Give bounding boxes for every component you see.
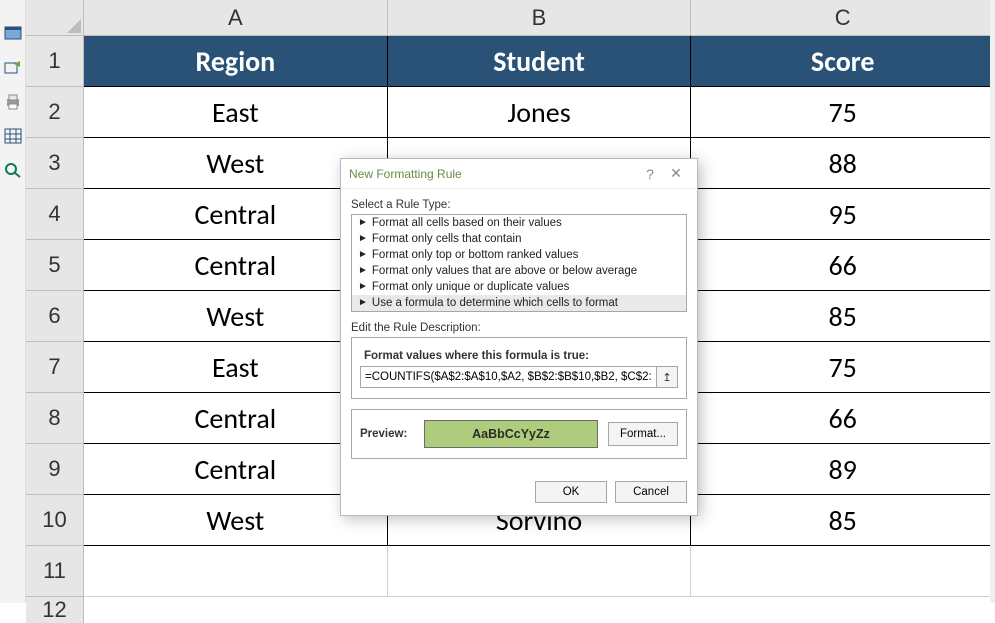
select-all-corner[interactable] [26,0,84,36]
rule-type-item[interactable]: ► Format only unique or duplicate values [352,279,686,295]
print-icon[interactable] [4,94,22,110]
cell[interactable]: 66 [691,393,995,444]
vertical-scrollbar[interactable] [990,0,995,603]
formula-label: Format values where this formula is true… [358,344,680,366]
help-button[interactable]: ? [637,166,663,182]
cell[interactable]: Jones [388,87,692,138]
formula-input[interactable] [360,366,656,388]
cell[interactable]: 85 [691,291,995,342]
select-rule-type-label: Select a Rule Type: [351,199,687,211]
preview-label: Preview: [360,428,414,440]
bullet-icon: ► [358,282,368,292]
bullet-icon: ► [358,298,368,308]
ok-button[interactable]: OK [535,481,607,503]
cell[interactable]: 88 [691,138,995,189]
row-header[interactable]: 7 [26,342,84,393]
table-header-row: Region Student Score [84,36,995,87]
edit-rule-description-label: Edit the Rule Description: [351,322,687,334]
sheet-icon[interactable] [4,26,22,42]
row-header[interactable]: 3 [26,138,84,189]
rule-type-label: Format only values that are above or bel… [372,265,637,277]
cell[interactable] [84,546,388,597]
rule-type-item[interactable]: ► Format only top or bottom ranked values [352,247,686,263]
rule-type-label: Use a formula to determine which cells t… [372,297,618,309]
close-button[interactable]: ✕ [663,165,689,182]
col-header-c[interactable]: C [691,0,995,35]
dialog-title: New Formatting Rule [349,167,462,181]
col-header-a[interactable]: A [84,0,388,35]
bullet-icon: ► [358,250,368,260]
format-button[interactable]: Format... [608,422,678,446]
dialog-buttons: OK Cancel [341,471,697,515]
cell[interactable]: 66 [691,240,995,291]
bullet-icon: ► [358,234,368,244]
row-header[interactable]: 6 [26,291,84,342]
rule-type-list[interactable]: ►Format all cells based on their values … [351,214,687,312]
row-header[interactable]: 12 [26,597,84,623]
rule-type-item[interactable]: ► Format all cells based on their values [352,215,686,231]
cell[interactable]: 89 [691,444,995,495]
share-icon[interactable] [4,60,22,76]
cell[interactable]: 75 [691,87,995,138]
cancel-button[interactable]: Cancel [615,481,687,503]
row-header[interactable]: 9 [26,444,84,495]
row-header[interactable]: 2 [26,87,84,138]
preview-swatch: AaBbCcYyZz [424,420,598,448]
row-header[interactable]: 10 [26,495,84,546]
cell[interactable]: 75 [691,342,995,393]
table-row [84,546,995,597]
row-headers: 1 2 3 4 5 6 7 8 9 10 11 12 [26,36,84,623]
left-toolbar [0,0,26,603]
row-header[interactable]: 8 [26,393,84,444]
dialog-body: Select a Rule Type: ► Format all cells ba… [341,189,697,471]
row-header[interactable]: 11 [26,546,84,597]
row-header[interactable]: 4 [26,189,84,240]
row-header[interactable]: 1 [26,36,84,87]
rule-type-item[interactable]: ► Format only values that are above or be… [352,263,686,279]
column-headers: A B C [84,0,995,36]
rule-type-label: Format only top or bottom ranked values [372,249,578,261]
cell[interactable]: East [84,87,388,138]
collapse-icon: ↥ [662,371,671,384]
grid-icon[interactable] [4,128,22,144]
rule-type-label: Format only cells that contain [372,233,522,245]
row-header[interactable]: 5 [26,240,84,291]
cell[interactable]: Region [84,36,388,87]
preview-section: Preview: AaBbCcYyZz Format... [351,409,687,459]
col-header-b[interactable]: B [388,0,692,35]
cell[interactable] [691,546,995,597]
cell[interactable]: 95 [691,189,995,240]
new-formatting-rule-dialog: New Formatting Rule ? ✕ Select a Rule Ty… [340,158,698,516]
cell[interactable]: Student [388,36,692,87]
cell[interactable]: Score [691,36,995,87]
rule-type-item[interactable]: ► Format only cells that contain [352,231,686,247]
bullet-icon: ► [358,218,368,228]
rule-type-label: Format all cells based on their values [372,217,562,229]
rule-type-item[interactable]: ► Use a formula to determine which cells … [352,295,686,311]
collapse-dialog-button[interactable]: ↥ [656,366,678,388]
cell[interactable]: 85 [691,495,995,546]
dialog-titlebar[interactable]: New Formatting Rule ? ✕ [341,159,697,189]
find-icon[interactable] [4,162,22,178]
table-row: East Jones 75 [84,87,995,138]
cell[interactable] [388,546,692,597]
formula-section: Format values where this formula is true… [351,337,687,399]
bullet-icon: ► [358,266,368,276]
rule-type-label: Format only unique or duplicate values [372,281,570,293]
